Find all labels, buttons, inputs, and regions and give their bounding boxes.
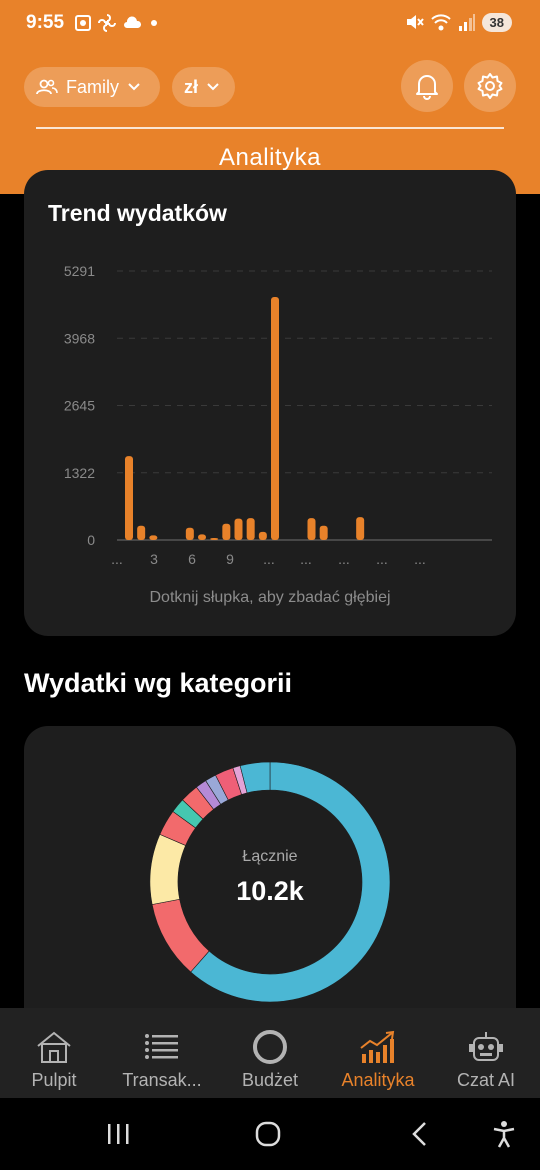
trend-chart-hint: Dotknij słupka, aby zbadać głębiej (149, 589, 391, 606)
accessibility-icon (493, 1121, 515, 1148)
fan-icon (98, 14, 116, 32)
y-tick-label: 5291 (64, 263, 95, 279)
status-bar: 9:55 38 (0, 0, 540, 48)
chevron-down-icon (128, 83, 140, 91)
header-divider (36, 127, 504, 129)
list-icon (145, 1034, 178, 1059)
settings-button[interactable] (464, 60, 516, 112)
trend-bar[interactable] (307, 518, 316, 540)
y-tick-label: 2645 (64, 398, 95, 414)
donut-total-value: 10.2k (236, 876, 304, 906)
system-navigation-bar (0, 1098, 540, 1170)
chevron-down-icon (207, 83, 219, 91)
mute-icon (406, 15, 424, 29)
category-card: Łącznie 10.2k (24, 726, 516, 1036)
trend-bar[interactable] (185, 527, 194, 540)
trend-bar[interactable] (222, 523, 231, 540)
donut-slice[interactable] (151, 898, 210, 973)
x-tick-label: ... (111, 551, 123, 567)
recent-apps-icon (108, 1124, 129, 1144)
nav-item-czat-ai[interactable]: Czat AI (432, 1008, 540, 1098)
status-system-icons: 38 (404, 12, 512, 32)
signal-icon (458, 14, 475, 31)
category-section-title: Wydatki wg kategorii (24, 668, 293, 698)
currency-selector[interactable]: zł (172, 67, 235, 107)
trend-bar[interactable] (356, 517, 365, 540)
y-tick-label: 1322 (64, 465, 95, 481)
home-button[interactable] (248, 1116, 288, 1152)
nav-item-pulpit[interactable]: Pulpit (0, 1008, 108, 1098)
page-title: Analityka (219, 144, 321, 171)
trend-bar-chart: 5291 3968 2645 1322 0... 3 6 9............... (64, 263, 492, 567)
profile-selector-label: Family (66, 76, 119, 97)
dot-icon (151, 20, 157, 26)
nav-label-czat-ai: Czat AI (456, 1070, 516, 1090)
accessibility-button[interactable] (484, 1116, 524, 1152)
nav-item-transakcje[interactable]: Transak... (108, 1008, 216, 1098)
back-icon (412, 1122, 426, 1146)
app-header: 9:55 38 Family zł Analityka (0, 0, 540, 194)
nav-item-analityka[interactable]: Analityka (324, 1008, 432, 1098)
nav-label-budzet: Budżet (241, 1070, 299, 1090)
trend-bar[interactable] (125, 456, 133, 540)
notifications-button[interactable] (401, 60, 453, 112)
cloud-icon (124, 16, 142, 28)
currency-selector-label: zł (184, 76, 199, 97)
trend-bar[interactable] (210, 537, 219, 540)
ring-icon (253, 1030, 287, 1064)
x-tick-label: ... (376, 551, 388, 567)
x-tick-label: ... (263, 551, 275, 567)
screenshot-icon (75, 15, 91, 31)
trend-card: Trend wydatków 5291 3968 2645 1322 0... 3 6 9..… (24, 170, 516, 636)
trend-bar[interactable] (319, 525, 328, 540)
back-button[interactable] (400, 1116, 440, 1152)
bell-icon (416, 75, 438, 100)
x-tick-label: ... (414, 551, 426, 567)
status-notification-icons (74, 14, 160, 32)
gear-icon (477, 73, 503, 99)
trend-bar[interactable] (258, 531, 267, 540)
donut-total-label: Łącznie (242, 848, 298, 865)
trend-bar[interactable] (271, 296, 279, 540)
status-time: 9:55 (26, 12, 65, 33)
x-tick-label: ... (338, 551, 350, 567)
y-tick-label: 0 (87, 532, 95, 548)
profile-selector[interactable]: Family (24, 67, 160, 107)
nav-item-budzet[interactable]: Budżet (216, 1008, 324, 1098)
chart-trend-icon (360, 1030, 395, 1063)
nav-label-pulpit: Pulpit (31, 1070, 77, 1090)
trend-bar[interactable] (149, 535, 158, 540)
house-icon (37, 1031, 71, 1063)
trend-bar[interactable] (246, 518, 255, 540)
nav-label-transakcje: Transak... (122, 1070, 202, 1090)
trend-bar[interactable] (234, 518, 243, 540)
battery-level: 38 (481, 12, 512, 32)
nav-label-analityka: Analityka (341, 1070, 415, 1090)
robot-icon (469, 1032, 503, 1061)
x-tick-label: ... (300, 551, 312, 567)
trend-bar[interactable] (198, 534, 206, 540)
users-icon (36, 79, 58, 95)
wifi-icon (430, 14, 451, 31)
y-tick-label: 3968 (64, 330, 95, 346)
recent-apps-button[interactable] (98, 1116, 138, 1152)
bottom-navigation: Pulpit Transak... Budżet Analityka Czat … (0, 1008, 540, 1098)
trend-bar[interactable] (137, 525, 146, 540)
x-tick-label: 9 (226, 551, 234, 567)
home-icon (255, 1121, 281, 1147)
x-tick-label: 6 (188, 551, 196, 567)
x-tick-label: 3 (150, 551, 158, 567)
